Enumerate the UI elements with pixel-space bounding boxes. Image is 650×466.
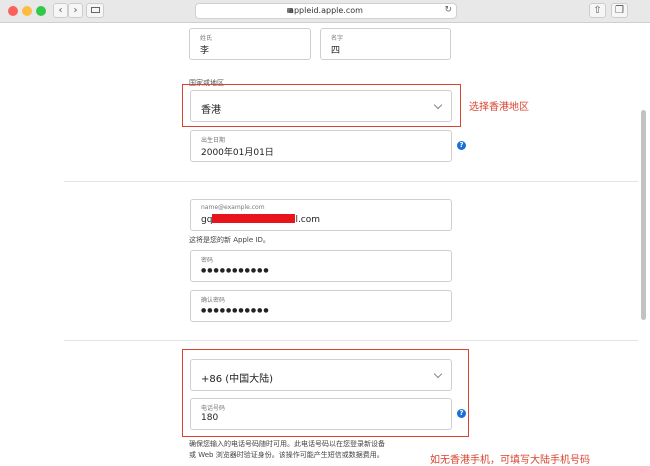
confirm-password-value: ●●●●●●●●●●● bbox=[201, 307, 270, 314]
last-name-label: 姓氏 bbox=[200, 35, 213, 42]
email-field[interactable]: name@example.com gq l.com bbox=[190, 199, 452, 231]
birthday-label: 出生日期 bbox=[201, 137, 226, 144]
first-name-field[interactable]: 名字 四 bbox=[320, 28, 451, 60]
url-text: appleid.apple.com bbox=[289, 6, 363, 15]
email-placeholder: name@example.com bbox=[201, 204, 265, 211]
scrollbar[interactable] bbox=[641, 110, 646, 320]
first-name-value: 四 bbox=[331, 46, 341, 56]
country-annotation: 选择香港地区 bbox=[469, 102, 529, 113]
email-suffix: l.com bbox=[295, 215, 321, 225]
sidebar-icon bbox=[90, 7, 100, 13]
forward-button[interactable]: › bbox=[68, 3, 83, 18]
tabs-button[interactable]: ❐ bbox=[611, 3, 628, 18]
close-window-button[interactable] bbox=[8, 6, 18, 16]
email-prefix: gq bbox=[201, 215, 213, 225]
confirm-password-field[interactable]: 确认密码 ●●●●●●●●●●● bbox=[190, 290, 452, 322]
section-divider bbox=[64, 340, 638, 341]
share-icon: ⇧ bbox=[593, 5, 602, 16]
apple-id-note: 这将是您的新 Apple ID。 bbox=[189, 236, 270, 244]
tabs-icon: ❐ bbox=[615, 5, 624, 16]
chevron-right-icon: › bbox=[73, 5, 78, 16]
last-name-value: 李 bbox=[200, 46, 210, 56]
phone-highlight-box bbox=[182, 349, 469, 437]
section-divider bbox=[64, 181, 638, 182]
password-label: 密码 bbox=[201, 257, 214, 264]
email-redaction bbox=[212, 214, 296, 223]
confirm-password-label: 确认密码 bbox=[201, 297, 226, 304]
minimize-window-button[interactable] bbox=[22, 6, 32, 16]
sidebar-button[interactable] bbox=[86, 3, 104, 18]
address-bar[interactable]: appleid.apple.com ↻ bbox=[195, 3, 457, 19]
back-button[interactable]: ‹ bbox=[53, 3, 68, 18]
chevron-left-icon: ‹ bbox=[58, 5, 63, 16]
country-highlight-box bbox=[182, 84, 461, 127]
reload-icon[interactable]: ↻ bbox=[444, 5, 452, 15]
password-value: ●●●●●●●●●●● bbox=[201, 267, 270, 274]
phone-note-line1: 确保您输入的电话号码随时可用。此电话号码以在您登录新设备 bbox=[189, 440, 385, 448]
birthday-value: 2000年01月01日 bbox=[201, 148, 274, 158]
password-field[interactable]: 密码 ●●●●●●●●●●● bbox=[190, 250, 452, 282]
share-button[interactable]: ⇧ bbox=[589, 3, 606, 18]
first-name-label: 名字 bbox=[331, 35, 344, 42]
last-name-field[interactable]: 姓氏 李 bbox=[189, 28, 311, 60]
email-value: gq l.com bbox=[201, 214, 320, 225]
birthday-field[interactable]: 出生日期 2000年01月01日 bbox=[190, 130, 452, 162]
maximize-window-button[interactable] bbox=[36, 6, 46, 16]
birthday-help-icon[interactable]: ? bbox=[457, 141, 466, 150]
browser-toolbar: ‹ › appleid.apple.com ↻ ⇧ ❐ bbox=[0, 0, 650, 23]
